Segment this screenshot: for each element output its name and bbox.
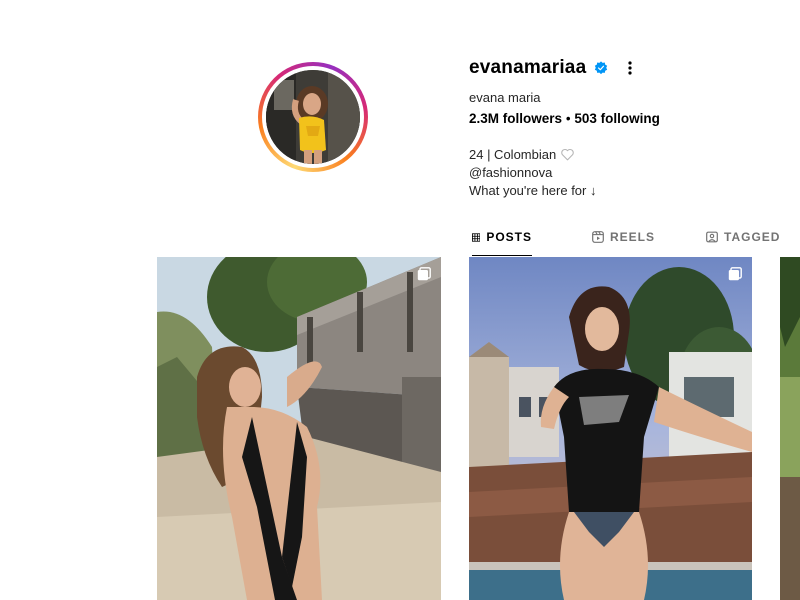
grid-icon bbox=[472, 232, 481, 242]
bio-text-1: 24 | Colombian bbox=[469, 147, 557, 162]
following-link[interactable]: 503 following bbox=[574, 111, 660, 126]
follow-counts: 2.3M followers • 503 following bbox=[469, 111, 799, 126]
following-count: 503 bbox=[574, 111, 597, 126]
post-image-1 bbox=[157, 257, 441, 600]
following-label: following bbox=[600, 111, 660, 126]
story-ring[interactable] bbox=[258, 62, 368, 172]
followers-link[interactable]: 2.3M followers bbox=[469, 111, 562, 126]
bio-mention-link[interactable]: @fashionnova bbox=[469, 164, 799, 182]
bio: 24 | Colombian @fashionnova What you're … bbox=[469, 146, 799, 200]
avatar-border bbox=[262, 66, 364, 168]
carousel-multiple-icon bbox=[417, 267, 431, 281]
tagged-icon bbox=[706, 231, 718, 243]
tab-posts-label: POSTS bbox=[486, 230, 532, 244]
tab-posts[interactable]: POSTS bbox=[472, 219, 532, 256]
profile-tabs: POSTS REELS TAGGED bbox=[472, 219, 800, 257]
post-image-2 bbox=[469, 257, 752, 600]
profile-info: evanamariaa evana maria 2.3M followers •… bbox=[469, 55, 799, 200]
post-image-3 bbox=[780, 257, 800, 600]
followers-count: 2.3M bbox=[469, 111, 500, 126]
followers-label: followers bbox=[502, 111, 563, 126]
post-thumbnail-3[interactable] bbox=[780, 257, 800, 600]
profile-page: evanamariaa evana maria 2.3M followers •… bbox=[0, 0, 800, 600]
tab-reels[interactable]: REELS bbox=[592, 219, 655, 255]
post-thumbnail-1[interactable] bbox=[157, 257, 441, 600]
post-thumbnail-2[interactable] bbox=[469, 257, 752, 600]
username: evanamariaa bbox=[469, 57, 587, 78]
tab-tagged-label: TAGGED bbox=[724, 230, 781, 244]
avatar[interactable] bbox=[266, 70, 360, 164]
verified-badge-icon bbox=[595, 61, 608, 75]
heart-outline-icon bbox=[561, 148, 574, 161]
reels-icon bbox=[592, 231, 604, 243]
carousel-multiple-icon bbox=[728, 267, 742, 281]
avatar-image bbox=[266, 70, 360, 164]
bio-line-3: What you're here for ↓ bbox=[469, 183, 597, 198]
tab-reels-label: REELS bbox=[610, 230, 656, 244]
username-row: evanamariaa bbox=[469, 55, 799, 81]
full-name: evana maria bbox=[469, 90, 541, 105]
counts-separator: • bbox=[565, 111, 571, 126]
more-options-icon[interactable] bbox=[622, 60, 638, 76]
tab-tagged[interactable]: TAGGED bbox=[706, 219, 780, 255]
bio-line-1: 24 | Colombian bbox=[469, 146, 799, 164]
